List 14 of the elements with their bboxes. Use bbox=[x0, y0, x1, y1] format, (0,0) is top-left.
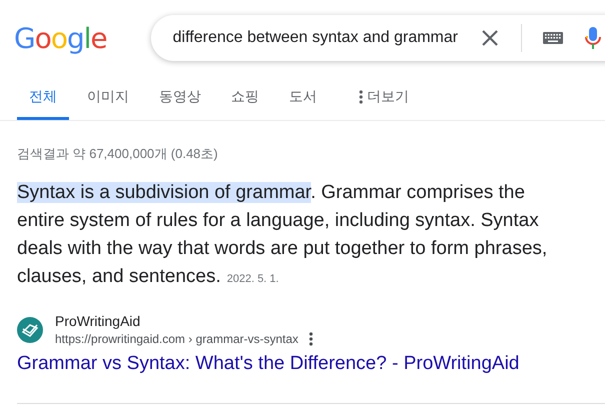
tab[interactable]: 쇼핑 bbox=[219, 78, 271, 120]
logo[interactable]: Google bbox=[14, 22, 107, 54]
tab[interactable]: 동영상 bbox=[147, 78, 213, 120]
featured-snippet: Syntax is a subdivision of grammar. Grammar comprises the entire system of rules for a language, including syntax. Syntax deals with the way that words are put together to form phrases, clauses, and sentences. 2022. 5. 1. bbox=[17, 181, 548, 289]
result-url: https://prowritingaid.com › grammar-vs-syntax bbox=[55, 332, 298, 346]
tab[interactable]: 도서 bbox=[277, 78, 329, 120]
result-title-link[interactable]: Grammar vs Syntax: What's the Difference? - ProWritingAid bbox=[17, 353, 520, 375]
tab[interactable]: 전체 bbox=[17, 78, 69, 120]
site-name: ProWritingAid bbox=[55, 313, 142, 329]
more-icon bbox=[359, 90, 363, 104]
book-icon bbox=[17, 317, 43, 343]
tab[interactable]: 더보기 bbox=[347, 78, 421, 120]
result-stats: 검색결과 약 67,400,000개 (0.48초) bbox=[17, 145, 219, 163]
tab[interactable]: 이미지 bbox=[75, 78, 141, 120]
